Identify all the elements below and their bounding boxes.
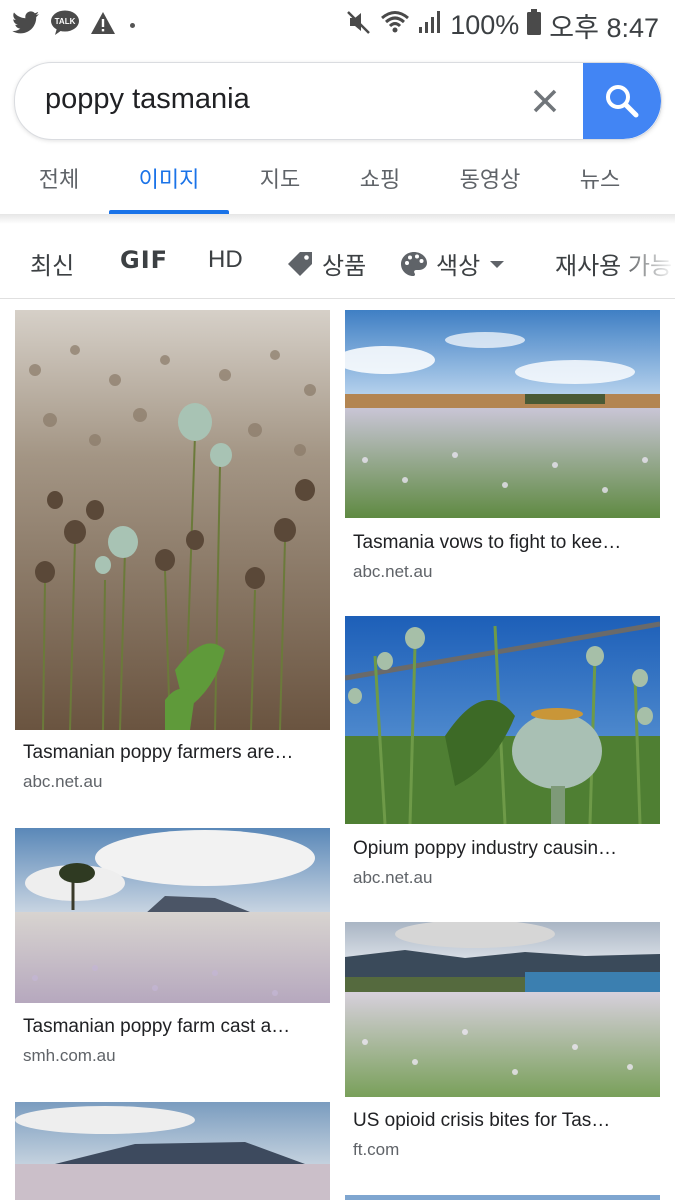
- search-button[interactable]: [583, 63, 661, 139]
- svg-text:TALK: TALK: [55, 17, 76, 26]
- battery-icon: [527, 9, 542, 42]
- result-thumbnail[interactable]: [15, 1102, 330, 1200]
- filter-chips: 최신 GIF HD 상품 색상 재사용 가능: [0, 226, 675, 298]
- result-source: abc.net.au: [353, 562, 433, 581]
- palette-icon: [401, 251, 427, 276]
- chips-divider: [0, 298, 675, 299]
- notification-dot: [130, 23, 135, 28]
- chip-product-label: 상품: [322, 253, 367, 280]
- clear-search-button[interactable]: [527, 83, 563, 119]
- dropdown-arrow-icon: [490, 260, 505, 268]
- chip-recent[interactable]: 최신: [30, 246, 74, 281]
- result-source: abc.net.au: [23, 772, 103, 791]
- tab-all[interactable]: 전체: [39, 162, 79, 194]
- tabs-shadow: [0, 214, 675, 224]
- result-thumbnail[interactable]: [345, 616, 660, 824]
- result-thumbnail[interactable]: [345, 1195, 660, 1200]
- image-result[interactable]: Opium poppy industry causin… abc.net.au: [345, 616, 660, 896]
- warning-icon: [90, 11, 116, 40]
- result-source: ft.com: [353, 1140, 400, 1159]
- tab-shopping[interactable]: 쇼핑: [360, 162, 400, 194]
- signal-icon: [418, 10, 442, 41]
- tab-images[interactable]: 이미지: [139, 162, 200, 194]
- chip-color[interactable]: 색상: [400, 246, 506, 281]
- chips-fade: [615, 226, 675, 298]
- result-thumbnail[interactable]: [15, 310, 330, 730]
- result-title[interactable]: Tasmanian poppy farmers are…: [23, 742, 293, 764]
- close-icon[interactable]: [527, 83, 563, 119]
- tag-icon: [288, 251, 312, 276]
- image-result[interactable]: [15, 1102, 330, 1200]
- tab-news[interactable]: 뉴스: [580, 162, 620, 194]
- tab-videos[interactable]: 동영상: [460, 162, 521, 194]
- search-icon[interactable]: [602, 81, 642, 121]
- chip-hd-label: HD: [208, 246, 243, 273]
- gif-icon: GIF: [120, 246, 169, 274]
- status-bar: TALK 100% 오후 8:47: [0, 0, 675, 46]
- image-result[interactable]: Tasmanian poppy farm cast a… smh.com.au: [15, 828, 330, 1078]
- image-result[interactable]: Tasmania vows to fight to kee… abc.net.a…: [345, 310, 660, 590]
- battery-text: 100%: [450, 10, 520, 40]
- search-tabs: 전체 이미지 지도 쇼핑 동영상 뉴스: [0, 150, 675, 214]
- chip-recent-label: 최신: [30, 253, 75, 280]
- search-bar: poppy tasmania: [14, 62, 662, 140]
- result-title[interactable]: Opium poppy industry causin…: [353, 838, 617, 860]
- kakaotalk-icon: TALK: [50, 10, 80, 41]
- search-input[interactable]: poppy tasmania: [14, 62, 662, 140]
- result-thumbnail[interactable]: [15, 828, 330, 1003]
- wifi-icon: [380, 9, 410, 42]
- image-result[interactable]: [345, 1195, 660, 1200]
- result-thumbnail[interactable]: [345, 922, 660, 1097]
- image-result[interactable]: Tasmanian poppy farmers are… abc.net.au: [15, 310, 330, 800]
- image-result[interactable]: US opioid crisis bites for Tas… ft.com: [345, 922, 660, 1172]
- chip-gif[interactable]: GIF: [120, 246, 168, 274]
- result-source: smh.com.au: [23, 1046, 116, 1065]
- mute-icon: [346, 9, 372, 42]
- chip-color-label: 색상: [436, 253, 481, 280]
- tab-maps[interactable]: 지도: [260, 162, 300, 194]
- result-title[interactable]: Tasmania vows to fight to kee…: [353, 532, 621, 554]
- result-title[interactable]: Tasmanian poppy farm cast a…: [23, 1016, 290, 1038]
- clock: 오후 8:47: [549, 13, 659, 43]
- result-source: abc.net.au: [353, 868, 433, 887]
- chip-hd[interactable]: HD: [208, 246, 243, 274]
- twitter-icon: [12, 11, 40, 40]
- result-title[interactable]: US opioid crisis bites for Tas…: [353, 1110, 610, 1132]
- chip-product[interactable]: 상품: [286, 246, 366, 281]
- result-thumbnail[interactable]: [345, 310, 660, 518]
- search-query[interactable]: poppy tasmania: [45, 83, 250, 116]
